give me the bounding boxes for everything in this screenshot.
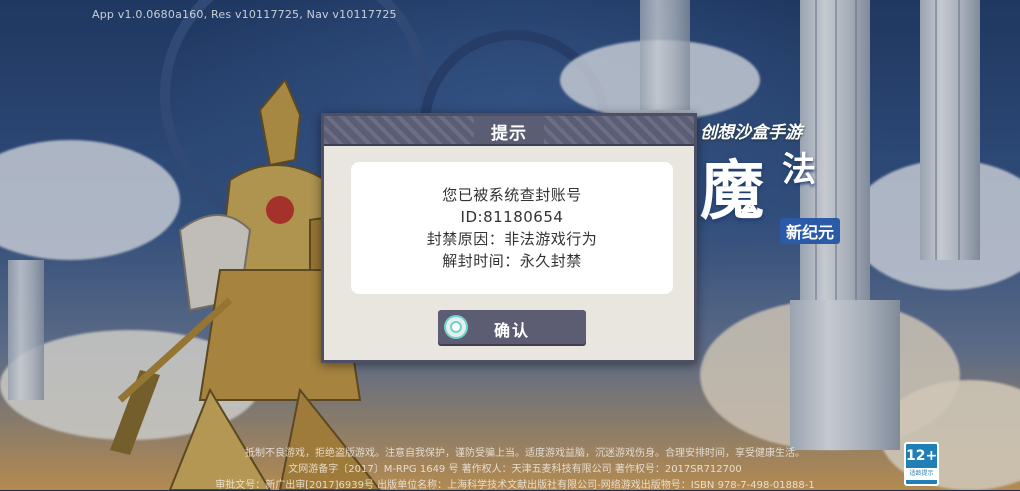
age-rating-number: 12+ xyxy=(906,448,938,464)
dialog-header: 提示 xyxy=(324,116,694,146)
ban-notice-dialog: 提示 您已被系统查封账号 ID:81180654 封禁原因：非法游戏行为 解封时… xyxy=(321,113,697,363)
dialog-message-box: 您已被系统查封账号 ID:81180654 封禁原因：非法游戏行为 解封时间：永… xyxy=(351,162,673,294)
logo-subtitle: 新纪元 xyxy=(780,218,841,244)
ban-account-id: ID:81180654 xyxy=(460,208,564,226)
ban-message: 您已被系统查封账号 xyxy=(442,186,582,204)
version-text: App v1.0.0680a160, Res v10117725, Nav v1… xyxy=(92,8,397,21)
confirm-button[interactable]: 确认 xyxy=(438,310,586,344)
age-rating-label: 适龄提示 xyxy=(906,468,937,480)
age-rating-badge: 12+ 适龄提示 xyxy=(904,442,939,486)
ban-reason: 封禁原因：非法游戏行为 xyxy=(426,230,598,248)
ban-duration: 解封时间：永久封禁 xyxy=(442,252,582,270)
footer-license: 文网游备字〔2017〕M-RPG 1649 号 著作权人：天津五麦科技有限公司 … xyxy=(288,464,742,475)
footer-health-notice: 抵制不良游戏，拒绝盗版游戏。注意自我保护，谨防受骗上当。适度游戏益脑，沉迷游戏伤… xyxy=(245,448,805,459)
dialog-title: 提示 xyxy=(491,124,527,144)
logo-main-char: 魔 xyxy=(700,154,764,229)
confirm-button-label: 确认 xyxy=(493,321,530,340)
footer-approval: 审批文号：新广出审[2017]6939号 出版单位名称：上海科学技术文献出版社有… xyxy=(215,480,815,491)
logo-fa-char: 法 xyxy=(782,150,816,190)
